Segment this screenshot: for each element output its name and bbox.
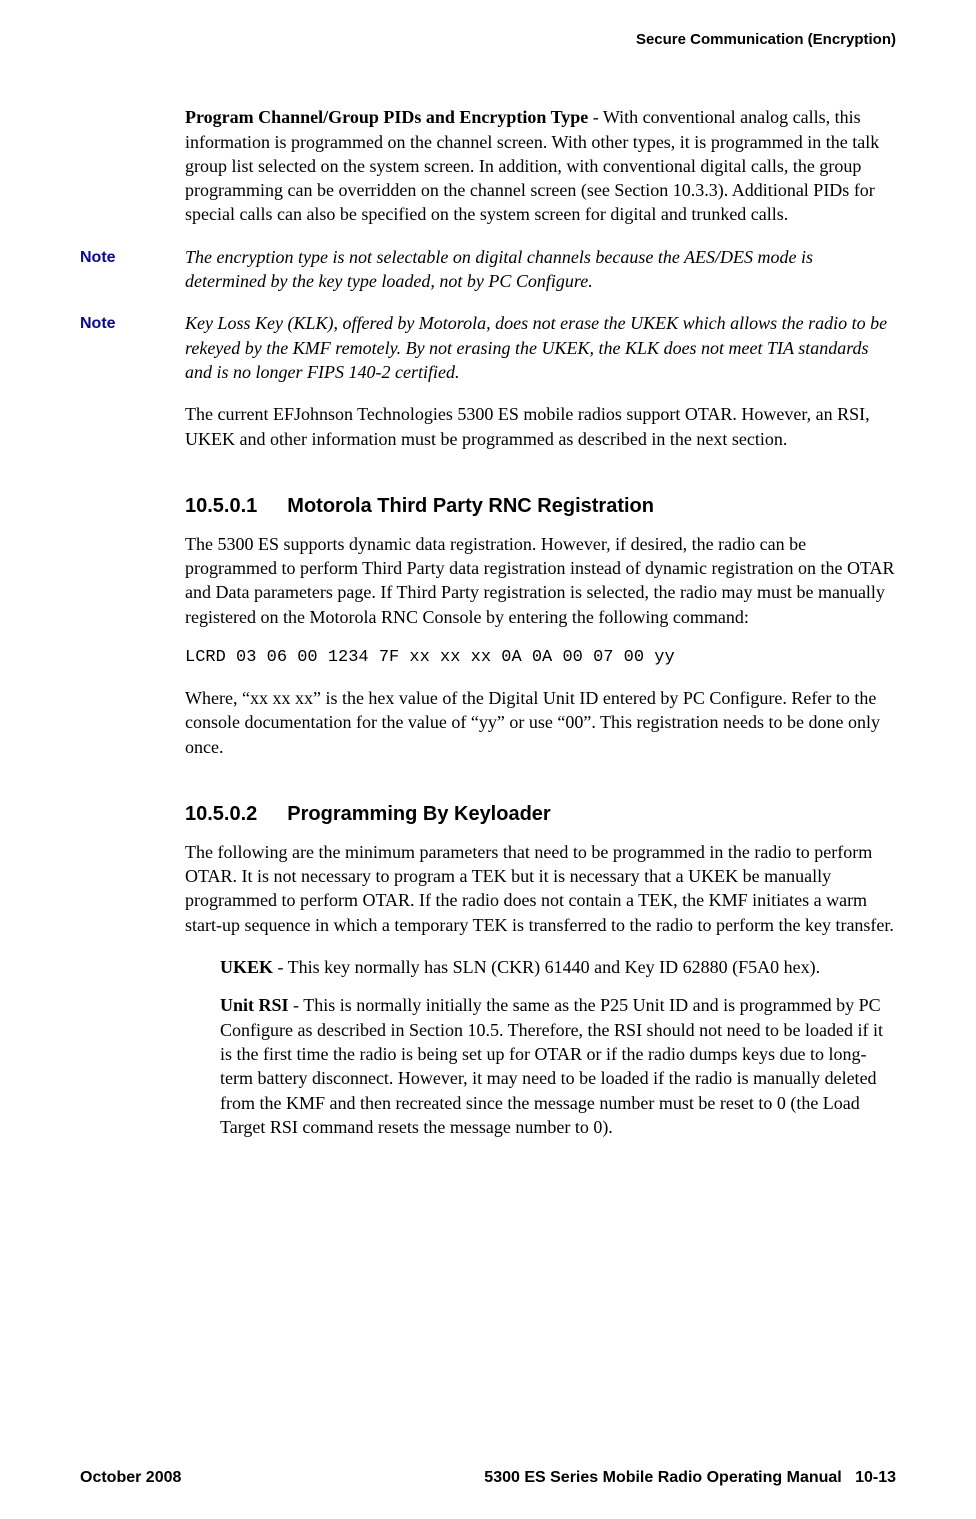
paragraph-efjohnson: The current EFJohnson Technologies 5300 … <box>185 402 896 451</box>
section-10-5-0-2: 10.5.0.2 Programming By Keyloader The fol… <box>185 801 896 1139</box>
item-text: - This is normally initially the same as… <box>220 995 883 1136</box>
bold-lead: Unit RSI <box>220 995 289 1015</box>
note-label: Note <box>80 311 185 384</box>
section-body: The 5300 ES supports dynamic data regist… <box>185 532 896 629</box>
section-title: Programming By Keyloader <box>287 803 550 825</box>
bold-lead: UKEK <box>220 957 273 977</box>
section-title: Motorola Third Party RNC Registration <box>287 495 654 517</box>
footer-manual-title: 5300 ES Series Mobile Radio Operating Ma… <box>484 1469 841 1486</box>
list-item-unit-rsi: Unit RSI - This is normally initially th… <box>220 993 896 1139</box>
item-text: - This key normally has SLN (CKR) 61440 … <box>273 957 820 977</box>
section-body: Where, “xx xx xx” is the hex value of th… <box>185 686 896 759</box>
section-10-5-0-1: 10.5.0.1 Motorola Third Party RNC Registr… <box>185 493 896 759</box>
footer-page-number: 10-13 <box>855 1469 896 1486</box>
section-number: 10.5.0.1 <box>185 493 257 520</box>
document-page: Secure Communication (Encryption) Progra… <box>0 0 976 1519</box>
note-label: Note <box>80 245 185 294</box>
section-heading: 10.5.0.2 Programming By Keyloader <box>185 801 896 828</box>
note-block-2: Note Key Loss Key (KLK), offered by Moto… <box>80 311 896 384</box>
note-text: Key Loss Key (KLK), offered by Motorola,… <box>185 311 896 384</box>
code-command: LCRD 03 06 00 1234 7F xx xx xx 0A 0A 00 … <box>185 647 896 670</box>
footer-right: 5300 ES Series Mobile Radio Operating Ma… <box>484 1467 896 1489</box>
section-heading: 10.5.0.1 Motorola Third Party RNC Registr… <box>185 493 896 520</box>
section-body: The following are the minimum parameters… <box>185 840 896 937</box>
section-number: 10.5.0.2 <box>185 801 257 828</box>
note-block-1: Note The encryption type is not selectab… <box>80 245 896 294</box>
paragraph-program-channel: Program Channel/Group PIDs and Encryptio… <box>185 105 896 226</box>
bold-lead: Program Channel/Group PIDs and Encryptio… <box>185 107 588 127</box>
list-item-ukek: UKEK - This key normally has SLN (CKR) 6… <box>220 955 896 979</box>
footer-date: October 2008 <box>80 1467 181 1489</box>
note-text: The encryption type is not selectable on… <box>185 245 896 294</box>
running-header: Secure Communication (Encryption) <box>80 30 896 50</box>
page-footer: October 2008 5300 ES Series Mobile Radio… <box>80 1467 896 1489</box>
